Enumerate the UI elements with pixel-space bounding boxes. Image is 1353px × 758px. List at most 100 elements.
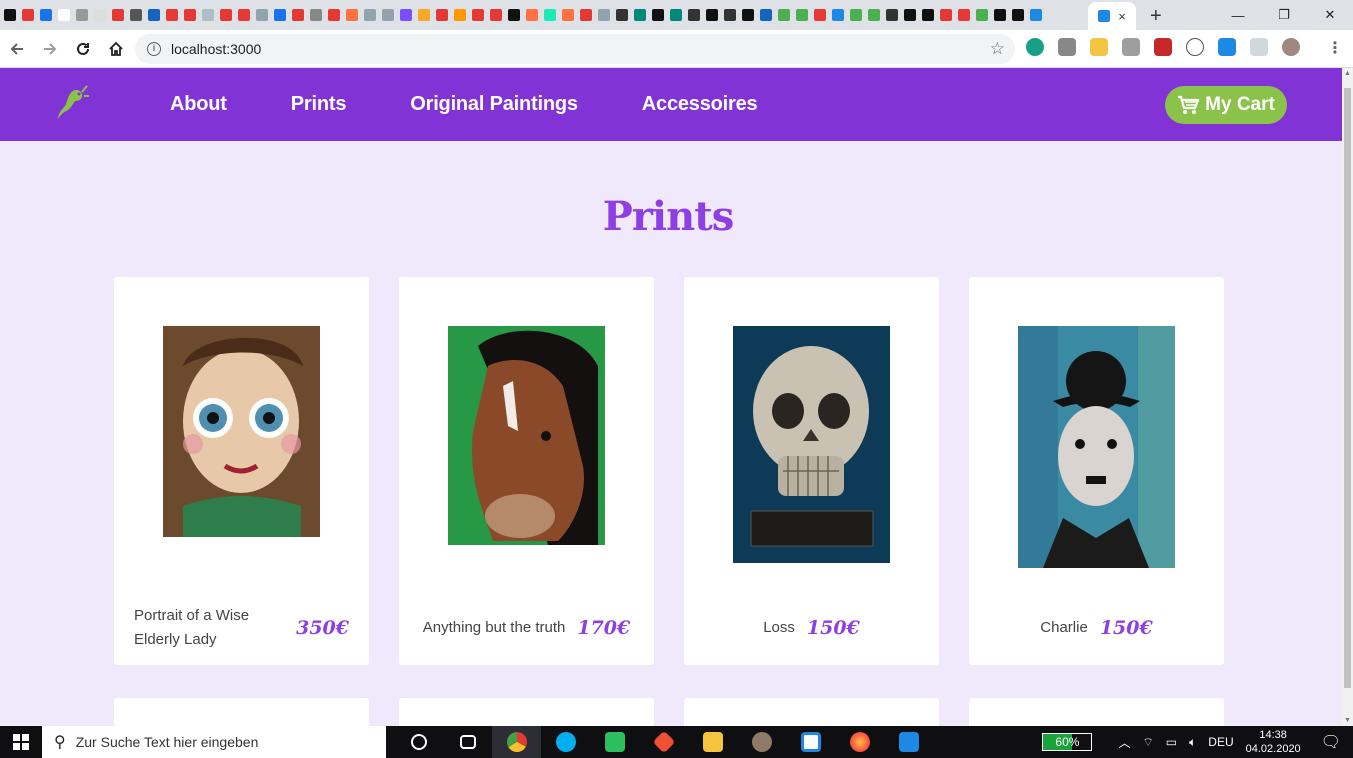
- tab-favicon[interactable]: [508, 9, 520, 21]
- browser-menu-icon[interactable]: ⋮: [1327, 38, 1343, 58]
- tab-favicon[interactable]: [742, 9, 754, 21]
- tab-favicon[interactable]: [796, 9, 808, 21]
- product-name[interactable]: Charlie: [1040, 616, 1088, 640]
- product-card[interactable]: [684, 698, 939, 726]
- tab-favicon[interactable]: [220, 9, 232, 21]
- tab-favicon[interactable]: [616, 9, 628, 21]
- tab-favicon[interactable]: [112, 9, 124, 21]
- product-card[interactable]: Portrait of a Wise Elderly Lady 350€: [114, 277, 369, 665]
- start-button[interactable]: [0, 726, 42, 758]
- scroll-up-icon[interactable]: ▲: [1344, 70, 1351, 77]
- chevron-up-icon[interactable]: ︿: [1118, 734, 1130, 751]
- tab-favicon[interactable]: [202, 9, 214, 21]
- new-tab-button[interactable]: +: [1150, 5, 1162, 28]
- product-card[interactable]: [969, 698, 1224, 726]
- tab-favicon[interactable]: [814, 9, 826, 21]
- back-button[interactable]: [1, 33, 33, 65]
- evernote-taskbar-app[interactable]: [590, 726, 639, 758]
- tab-favicon[interactable]: [922, 9, 934, 21]
- site-info-icon[interactable]: i: [147, 42, 161, 56]
- language-indicator[interactable]: DEU: [1208, 735, 1233, 749]
- skype-taskbar-app[interactable]: [541, 726, 590, 758]
- task-view-button[interactable]: [443, 726, 492, 758]
- chrome-taskbar-app[interactable]: [492, 726, 541, 758]
- tab-favicon[interactable]: [778, 9, 790, 21]
- nav-original-paintings[interactable]: Original Paintings: [410, 93, 578, 116]
- tab-favicon[interactable]: [238, 9, 250, 21]
- tab-favicon[interactable]: [76, 9, 88, 21]
- address-bar[interactable]: i localhost:3000 ☆: [135, 34, 1015, 64]
- product-card[interactable]: [114, 698, 369, 726]
- tab-favicon[interactable]: [940, 9, 952, 21]
- tab-favicon[interactable]: [562, 9, 574, 21]
- volume-icon[interactable]: 🔈︎: [1189, 735, 1196, 750]
- active-tab[interactable]: ×: [1088, 2, 1136, 30]
- product-card[interactable]: Charlie 150€: [969, 277, 1224, 665]
- tab-favicon[interactable]: [832, 9, 844, 21]
- grammarly-extension-icon[interactable]: [1026, 38, 1044, 56]
- tab-favicon[interactable]: [22, 9, 34, 21]
- tab-favicon[interactable]: [994, 9, 1006, 21]
- home-button[interactable]: [100, 33, 132, 65]
- explorer-taskbar-app[interactable]: [688, 726, 737, 758]
- product-name[interactable]: Loss: [763, 616, 795, 640]
- clock[interactable]: 14:38 04.02.2020: [1246, 728, 1301, 756]
- scroll-thumb[interactable]: [1344, 88, 1351, 688]
- tab-favicon[interactable]: [130, 9, 142, 21]
- close-window-button[interactable]: ✕: [1307, 0, 1353, 30]
- tab-favicon[interactable]: [544, 9, 556, 21]
- tab-favicon[interactable]: [760, 9, 772, 21]
- tab-favicon[interactable]: [310, 9, 322, 21]
- gimp-taskbar-app[interactable]: [737, 726, 786, 758]
- tab-favicon[interactable]: [688, 9, 700, 21]
- tab-favicon[interactable]: [526, 9, 538, 21]
- tab-favicon[interactable]: [868, 9, 880, 21]
- product-card[interactable]: Loss 150€: [684, 277, 939, 665]
- tab-favicon[interactable]: [4, 9, 16, 21]
- tab-favicon[interactable]: [976, 9, 988, 21]
- tab-favicon[interactable]: [256, 9, 268, 21]
- product-card[interactable]: [399, 698, 654, 726]
- tab-favicon[interactable]: [292, 9, 304, 21]
- wifi-icon[interactable]: ⌔: [1142, 735, 1153, 750]
- url-text[interactable]: localhost:3000: [171, 41, 261, 57]
- firefox-taskbar-app[interactable]: [835, 726, 884, 758]
- tab-favicon[interactable]: [670, 9, 682, 21]
- tab-favicon[interactable]: [1030, 9, 1042, 21]
- nav-accessoires[interactable]: Accessoires: [642, 93, 758, 116]
- tab-favicon[interactable]: [364, 9, 376, 21]
- reload-button[interactable]: [67, 33, 99, 65]
- vertical-scrollbar[interactable]: ▲ ▼: [1342, 68, 1353, 726]
- tab-favicon[interactable]: [454, 9, 466, 21]
- product-name[interactable]: Portrait of a Wise Elderly Lady: [134, 604, 274, 652]
- logo-icon[interactable]: [52, 84, 90, 124]
- tab-favicon[interactable]: [58, 9, 70, 21]
- product-name[interactable]: Anything but the truth: [423, 616, 566, 640]
- my-cart-button[interactable]: My Cart: [1165, 86, 1287, 124]
- eyedropper-extension-icon[interactable]: [1058, 38, 1076, 56]
- tab-favicon[interactable]: [490, 9, 502, 21]
- product-card[interactable]: Anything but the truth 170€: [399, 277, 654, 665]
- vscode-taskbar-app[interactable]: [884, 726, 933, 758]
- charlie-painting-image[interactable]: [1018, 326, 1175, 568]
- taskbar-search[interactable]: ⚲ Zur Suche Text hier eingeben: [42, 726, 386, 758]
- trello-extension-icon[interactable]: [1218, 38, 1236, 56]
- notes-extension-icon[interactable]: [1090, 38, 1108, 56]
- tab-favicon[interactable]: [382, 9, 394, 21]
- portrait-lady-image[interactable]: [163, 326, 320, 537]
- colorzilla-extension-icon[interactable]: [1154, 38, 1172, 56]
- battery-icon[interactable]: ▭: [1166, 735, 1177, 749]
- battery-indicator[interactable]: 60%: [1042, 733, 1093, 751]
- app-taskbar-app[interactable]: [786, 726, 835, 758]
- restore-button[interactable]: ❐: [1261, 0, 1307, 30]
- tab-favicon[interactable]: [1012, 9, 1024, 21]
- horse-painting-image[interactable]: [448, 326, 605, 545]
- tab-favicon[interactable]: [652, 9, 664, 21]
- scroll-down-icon[interactable]: ▼: [1344, 717, 1351, 724]
- tab-favicon[interactable]: [274, 9, 286, 21]
- nav-about[interactable]: About: [170, 93, 227, 116]
- tab-favicon[interactable]: [346, 9, 358, 21]
- sync-extension-icon[interactable]: [1186, 38, 1204, 56]
- tab-favicon[interactable]: [724, 9, 736, 21]
- tab-favicon[interactable]: [580, 9, 592, 21]
